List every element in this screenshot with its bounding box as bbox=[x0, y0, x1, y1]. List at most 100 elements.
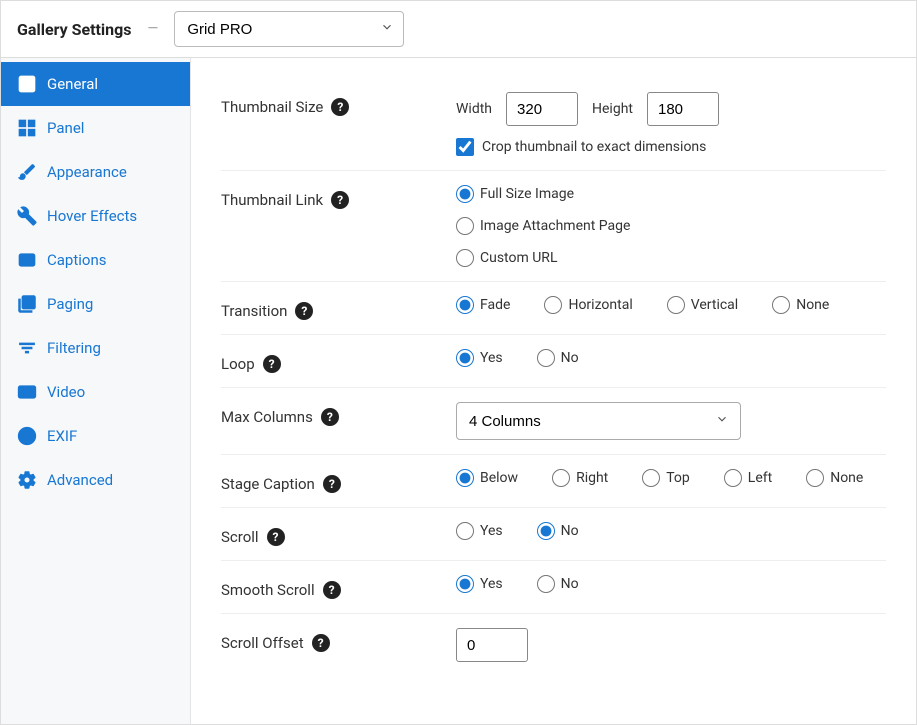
help-icon[interactable]: ? bbox=[263, 355, 281, 373]
radio-scroll-no[interactable]: No bbox=[537, 522, 579, 540]
label-thumbnail-link: Thumbnail Link ? bbox=[221, 185, 456, 209]
width-input[interactable] bbox=[506, 92, 578, 126]
paging-icon bbox=[17, 294, 37, 314]
help-icon[interactable]: ? bbox=[331, 98, 349, 116]
field-thumbnail-link: Full Size Image Image Attachment Page Cu… bbox=[456, 185, 886, 267]
help-icon[interactable]: ? bbox=[312, 634, 330, 652]
sidebar-item-appearance[interactable]: Appearance bbox=[1, 150, 190, 194]
row-scroll-offset: Scroll Offset ? bbox=[221, 614, 886, 676]
field-scroll: Yes No bbox=[456, 522, 886, 540]
width-label: Width bbox=[456, 101, 492, 117]
brush-icon bbox=[17, 162, 37, 182]
radio-loop-no[interactable]: No bbox=[537, 349, 579, 367]
sidebar-item-exif[interactable]: EXIF bbox=[1, 414, 190, 458]
label-transition: Transition ? bbox=[221, 296, 456, 320]
filter-icon bbox=[17, 338, 37, 358]
sidebar-item-label: Paging bbox=[47, 295, 93, 313]
help-icon[interactable]: ? bbox=[331, 191, 349, 209]
height-label: Height bbox=[592, 101, 633, 117]
sidebar-item-filtering[interactable]: Filtering bbox=[1, 326, 190, 370]
image-icon bbox=[17, 74, 37, 94]
radio-smooth-no[interactable]: No bbox=[537, 575, 579, 593]
wrench-icon bbox=[17, 206, 37, 226]
sidebar-item-panel[interactable]: Panel bbox=[1, 106, 190, 150]
body: General Panel Appearance Hover Effects C… bbox=[1, 57, 916, 724]
help-icon[interactable]: ? bbox=[295, 302, 313, 320]
row-max-columns: Max Columns ? 4 Columns bbox=[221, 388, 886, 455]
radio-none[interactable]: None bbox=[772, 296, 829, 314]
radio-scroll-yes[interactable]: Yes bbox=[456, 522, 503, 540]
radio-vertical[interactable]: Vertical bbox=[667, 296, 738, 314]
radio-horizontal[interactable]: Horizontal bbox=[544, 296, 632, 314]
row-thumbnail-size: Thumbnail Size ? Width Height Crop thumb… bbox=[221, 78, 886, 171]
max-columns-select[interactable]: 4 Columns bbox=[456, 402, 741, 440]
crop-checkbox[interactable] bbox=[456, 138, 474, 156]
radio-full-size-image[interactable]: Full Size Image bbox=[456, 185, 886, 203]
header: Gallery Settings — Grid PRO bbox=[1, 1, 916, 57]
sidebar-item-label: Filtering bbox=[47, 339, 101, 357]
label-loop: Loop ? bbox=[221, 349, 456, 373]
radio-fade[interactable]: Fade bbox=[456, 296, 510, 314]
video-icon bbox=[17, 382, 37, 402]
label-max-columns: Max Columns ? bbox=[221, 402, 456, 426]
radio-loop-yes[interactable]: Yes bbox=[456, 349, 503, 367]
label-scroll: Scroll ? bbox=[221, 522, 456, 546]
label-scroll-offset: Scroll Offset ? bbox=[221, 628, 456, 652]
field-transition: Fade Horizontal Vertical None bbox=[456, 296, 886, 314]
scroll-offset-input[interactable] bbox=[456, 628, 528, 662]
radio-top[interactable]: Top bbox=[642, 469, 690, 487]
row-thumbnail-link: Thumbnail Link ? Full Size Image Image A… bbox=[221, 171, 886, 282]
radio-left[interactable]: Left bbox=[724, 469, 772, 487]
sidebar-item-label: EXIF bbox=[47, 427, 77, 445]
sidebar-item-captions[interactable]: Captions bbox=[1, 238, 190, 282]
radio-smooth-yes[interactable]: Yes bbox=[456, 575, 503, 593]
label-thumbnail-size: Thumbnail Size ? bbox=[221, 92, 456, 116]
sidebar-item-paging[interactable]: Paging bbox=[1, 282, 190, 326]
field-stage-caption: Below Right Top Left None bbox=[456, 469, 886, 487]
help-icon[interactable]: ? bbox=[323, 475, 341, 493]
sidebar-item-label: Advanced bbox=[47, 471, 113, 489]
sidebar-item-advanced[interactable]: Advanced bbox=[1, 458, 190, 502]
radio-stage-none[interactable]: None bbox=[806, 469, 863, 487]
field-max-columns: 4 Columns bbox=[456, 402, 886, 440]
help-icon[interactable]: ? bbox=[267, 528, 285, 546]
label-stage-caption: Stage Caption ? bbox=[221, 469, 456, 493]
field-smooth-scroll: Yes No bbox=[456, 575, 886, 593]
sidebar-item-label: Video bbox=[47, 383, 85, 401]
sidebar-item-hover-effects[interactable]: Hover Effects bbox=[1, 194, 190, 238]
dash-separator: — bbox=[148, 21, 159, 37]
sidebar-item-label: Appearance bbox=[47, 163, 127, 181]
label-smooth-scroll: Smooth Scroll ? bbox=[221, 575, 456, 599]
help-icon[interactable]: ? bbox=[323, 581, 341, 599]
template-select-wrap: Grid PRO bbox=[174, 11, 404, 47]
sidebar-item-general[interactable]: General bbox=[1, 62, 190, 106]
sidebar-item-video[interactable]: Video bbox=[1, 370, 190, 414]
gallery-settings-panel: Gallery Settings — Grid PRO General Pane… bbox=[0, 0, 917, 725]
height-input[interactable] bbox=[647, 92, 719, 126]
help-icon[interactable]: ? bbox=[321, 408, 339, 426]
radio-custom-url[interactable]: Custom URL bbox=[456, 249, 886, 267]
sidebar-item-label: Hover Effects bbox=[47, 207, 137, 225]
row-scroll: Scroll ? Yes No bbox=[221, 508, 886, 561]
field-scroll-offset bbox=[456, 628, 886, 662]
row-loop: Loop ? Yes No bbox=[221, 335, 886, 388]
sidebar-item-label: Captions bbox=[47, 251, 106, 269]
radio-right[interactable]: Right bbox=[552, 469, 608, 487]
crop-label: Crop thumbnail to exact dimensions bbox=[482, 139, 706, 155]
sidebar-item-label: General bbox=[47, 75, 98, 93]
captions-icon bbox=[17, 250, 37, 270]
info-icon bbox=[17, 426, 37, 446]
page-title: Gallery Settings bbox=[17, 20, 132, 39]
settings-main: Thumbnail Size ? Width Height Crop thumb… bbox=[191, 58, 916, 724]
row-smooth-scroll: Smooth Scroll ? Yes No bbox=[221, 561, 886, 614]
radio-attachment-page[interactable]: Image Attachment Page bbox=[456, 217, 886, 235]
template-select[interactable]: Grid PRO bbox=[174, 11, 404, 47]
sidebar-item-label: Panel bbox=[47, 119, 84, 137]
sidebar: General Panel Appearance Hover Effects C… bbox=[1, 58, 191, 724]
gear-icon bbox=[17, 470, 37, 490]
field-loop: Yes No bbox=[456, 349, 886, 367]
field-thumbnail-size: Width Height Crop thumbnail to exact dim… bbox=[456, 92, 886, 156]
row-stage-caption: Stage Caption ? Below Right Top Left Non… bbox=[221, 455, 886, 508]
radio-below[interactable]: Below bbox=[456, 469, 518, 487]
row-transition: Transition ? Fade Horizontal Vertical No… bbox=[221, 282, 886, 335]
